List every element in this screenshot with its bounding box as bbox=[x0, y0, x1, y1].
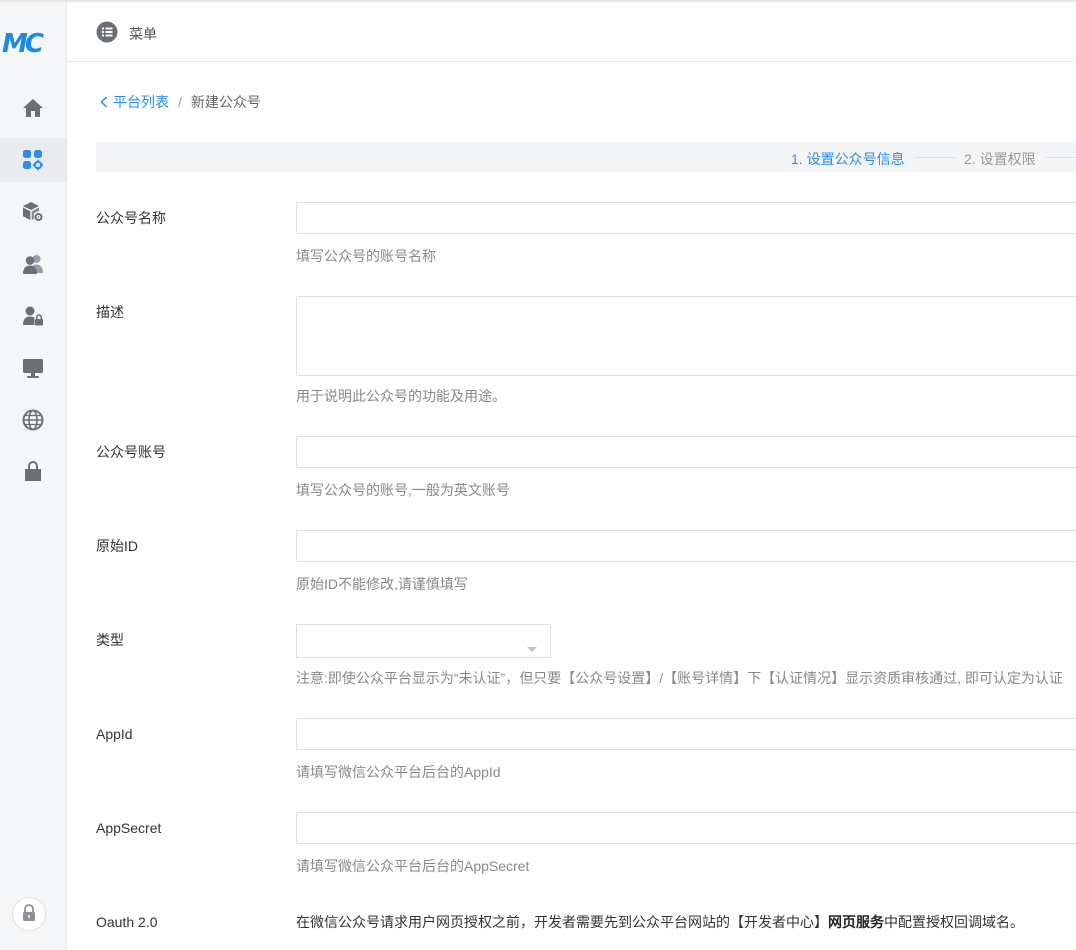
appid-label: AppId bbox=[96, 726, 133, 742]
breadcrumb-current: 新建公众号 bbox=[190, 94, 261, 110]
globe-icon bbox=[22, 409, 44, 431]
oauth-description: 在微信公众号请求用户网页授权之前，开发者需要先到公众平台网站的【开发者中心】网页… bbox=[296, 912, 1024, 932]
breadcrumb-back-label: 平台列表 bbox=[113, 94, 169, 110]
step-connector bbox=[914, 157, 956, 158]
account-label: 公众号账号 bbox=[96, 444, 166, 460]
top-header: 菜单 bbox=[67, 2, 1076, 62]
breadcrumb-back-link[interactable]: 平台列表 bbox=[100, 92, 169, 112]
apps-settings-icon bbox=[22, 149, 44, 171]
monitor-icon bbox=[22, 357, 44, 379]
oauth-text-before: 在微信公众号请求用户网页授权之前，开发者需要先到公众平台网站的【开发者中心】 bbox=[296, 914, 828, 930]
oauth-text-bold: 网页服务 bbox=[828, 914, 884, 930]
description-label: 描述 bbox=[96, 304, 124, 320]
menu-label: 菜单 bbox=[129, 25, 157, 42]
sidebar-item-shop[interactable] bbox=[0, 450, 66, 494]
menu-toggle-button[interactable]: 菜单 bbox=[96, 21, 157, 46]
account-input[interactable] bbox=[296, 436, 1076, 468]
step-1[interactable]: 1. 设置公众号信息 bbox=[791, 149, 905, 169]
sidebar: MC bbox=[0, 2, 67, 950]
sidebar-item-web[interactable] bbox=[0, 398, 66, 442]
user-lock-icon bbox=[22, 305, 44, 327]
app-logo[interactable]: MC bbox=[2, 30, 54, 58]
breadcrumb: 平台列表 / 新建公众号 bbox=[100, 92, 261, 112]
users-icon bbox=[22, 253, 44, 275]
home-icon bbox=[22, 97, 44, 119]
steps-bar: 1. 设置公众号信息 2. 设置权限 bbox=[96, 142, 1076, 172]
box-settings-icon bbox=[22, 201, 44, 223]
appsecret-input[interactable] bbox=[296, 812, 1076, 844]
appid-hint: 请填写微信公众平台后台的AppId bbox=[296, 764, 501, 780]
step-connector bbox=[1046, 157, 1076, 158]
name-hint: 填写公众号的账号名称 bbox=[296, 248, 436, 264]
caret-down-icon bbox=[527, 640, 537, 656]
oauth-text-after: 中配置授权回调域名。 bbox=[884, 914, 1024, 930]
sidebar-item-display[interactable] bbox=[0, 346, 66, 390]
chevron-left-icon bbox=[100, 96, 108, 108]
step-2[interactable]: 2. 设置权限 bbox=[964, 149, 1036, 169]
oauth-label: Oauth 2.0 bbox=[96, 914, 158, 930]
sidebar-item-apps[interactable] bbox=[0, 138, 66, 182]
sidebar-item-user-permissions[interactable] bbox=[0, 294, 66, 338]
original-id-hint: 原始ID不能修改,请谨慎填写 bbox=[296, 576, 468, 592]
lock-screen-button[interactable] bbox=[12, 897, 46, 931]
original-id-label: 原始ID bbox=[96, 538, 138, 554]
account-hint: 填写公众号的账号,一般为英文账号 bbox=[296, 482, 510, 498]
description-hint: 用于说明此公众号的功能及用途。 bbox=[296, 388, 506, 404]
appsecret-hint: 请填写微信公众平台后台的AppSecret bbox=[296, 858, 530, 874]
description-textarea[interactable] bbox=[296, 296, 1076, 376]
name-input[interactable] bbox=[296, 202, 1076, 234]
type-hint: 注意:即使公众平台显示为“未认证”，但只要【公众号设置】/【账号详情】下【认证情… bbox=[296, 670, 1063, 686]
type-select[interactable] bbox=[296, 624, 551, 658]
appid-input[interactable] bbox=[296, 718, 1076, 750]
bag-icon bbox=[22, 461, 44, 483]
breadcrumb-separator: / bbox=[178, 94, 182, 110]
original-id-input[interactable] bbox=[296, 530, 1076, 562]
list-icon bbox=[96, 21, 118, 46]
sidebar-item-home[interactable] bbox=[0, 86, 66, 130]
lock-icon bbox=[21, 903, 37, 925]
appsecret-label: AppSecret bbox=[96, 820, 162, 836]
sidebar-item-users[interactable] bbox=[0, 242, 66, 286]
sidebar-item-packages[interactable] bbox=[0, 190, 66, 234]
type-label: 类型 bbox=[96, 632, 124, 648]
name-label: 公众号名称 bbox=[96, 210, 166, 226]
